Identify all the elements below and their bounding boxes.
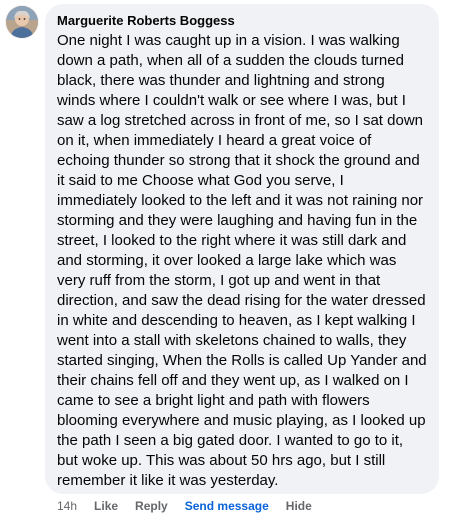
like-button[interactable]: Like: [94, 498, 118, 514]
timestamp[interactable]: 14h: [57, 498, 77, 514]
profile-photo-icon[interactable]: [6, 6, 38, 38]
avatar-image: [6, 6, 38, 38]
reply-button[interactable]: Reply: [135, 498, 168, 514]
hide-button[interactable]: Hide: [286, 498, 312, 514]
send-message-button[interactable]: Send message: [185, 498, 269, 514]
comment: Marguerite Roberts Boggess One night I w…: [0, 0, 450, 517]
comment-text: One night I was caught up in a vision. I…: [57, 32, 427, 489]
comment-bubble: Marguerite Roberts Boggess One night I w…: [45, 4, 439, 494]
comment-actions: 14h Like Reply Send message Hide: [57, 498, 312, 514]
author-name[interactable]: Marguerite Roberts Boggess: [57, 13, 427, 29]
